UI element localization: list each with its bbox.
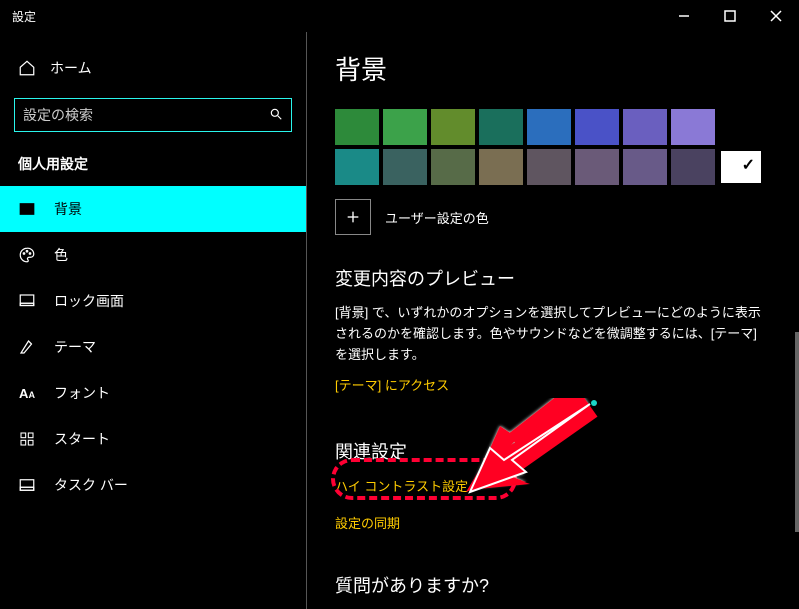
color-swatch[interactable] <box>383 149 427 185</box>
section-label: 個人用設定 <box>0 150 306 186</box>
color-swatch[interactable] <box>527 149 571 185</box>
color-swatch[interactable] <box>383 109 427 145</box>
sidebar-item-5[interactable]: スタート <box>0 416 306 462</box>
sidebar-item-label: テーマ <box>54 337 96 357</box>
search-box[interactable] <box>14 98 292 132</box>
color-swatch[interactable] <box>431 109 475 145</box>
color-swatch[interactable] <box>719 149 763 185</box>
theme-link[interactable]: [テーマ] にアクセス <box>335 375 449 394</box>
sidebar-item-3[interactable]: テーマ <box>0 324 306 370</box>
sidebar-item-label: 背景 <box>54 199 82 219</box>
sidebar-item-0[interactable]: 背景 <box>0 186 306 232</box>
color-swatch[interactable] <box>575 109 619 145</box>
font-icon: AA <box>18 386 36 401</box>
main-pane: 背景 ユーザー設定の色 変更内容のプレビュー [背景] で、いずれかのオプション… <box>307 32 799 609</box>
lock-screen-icon <box>18 292 36 310</box>
sidebar-item-6[interactable]: タスク バー <box>0 462 306 508</box>
taskbar-icon <box>18 476 36 494</box>
sidebar-item-label: スタート <box>54 429 110 449</box>
color-swatch[interactable] <box>335 149 379 185</box>
add-custom-color-button[interactable] <box>335 199 371 235</box>
sidebar-item-label: 色 <box>54 245 68 265</box>
picture-icon <box>18 200 36 218</box>
question-heading: 質問がありますか? <box>335 572 771 598</box>
sidebar-item-label: ロック画面 <box>54 291 124 311</box>
home-label: ホーム <box>50 58 92 78</box>
window-controls <box>661 0 799 32</box>
color-swatch[interactable] <box>671 149 715 185</box>
sidebar-item-label: タスク バー <box>54 475 128 495</box>
color-swatch[interactable] <box>479 109 523 145</box>
search-icon <box>269 107 283 124</box>
color-swatch[interactable] <box>623 109 667 145</box>
palette-icon <box>18 246 36 264</box>
color-swatch[interactable] <box>335 109 379 145</box>
related-link-high-contrast[interactable]: ハイ コントラスト設定 <box>335 476 771 495</box>
scrollbar[interactable] <box>795 332 799 532</box>
start-icon <box>18 431 36 447</box>
sidebar: ホーム 個人用設定 背景色ロック画面テーマ AA フォントスタートタスク バー <box>0 32 307 609</box>
minimize-button[interactable] <box>661 0 707 32</box>
theme-icon <box>18 338 36 356</box>
maximize-button[interactable] <box>707 0 753 32</box>
close-button[interactable] <box>753 0 799 32</box>
color-swatch[interactable] <box>527 109 571 145</box>
preview-heading: 変更内容のプレビュー <box>335 265 771 291</box>
color-swatch[interactable] <box>431 149 475 185</box>
related-link-sync[interactable]: 設定の同期 <box>335 513 771 532</box>
sidebar-item-1[interactable]: 色 <box>0 232 306 278</box>
preview-description: [背景] で、いずれかのオプションを選択してプレビューにどのように表示されるのか… <box>335 303 771 365</box>
sidebar-item-4[interactable]: AA フォント <box>0 370 306 416</box>
search-input[interactable] <box>23 107 269 123</box>
home-icon <box>18 59 36 77</box>
related-heading: 関連設定 <box>335 438 771 464</box>
color-swatch[interactable] <box>623 149 667 185</box>
page-title: 背景 <box>335 50 771 87</box>
color-swatches <box>335 109 771 185</box>
color-swatch[interactable] <box>671 109 715 145</box>
home-link[interactable]: ホーム <box>0 50 306 86</box>
color-swatch[interactable] <box>575 149 619 185</box>
sidebar-item-2[interactable]: ロック画面 <box>0 278 306 324</box>
sidebar-item-label: フォント <box>54 383 110 403</box>
window-title: 設定 <box>12 8 36 25</box>
color-swatch[interactable] <box>479 149 523 185</box>
custom-color-label: ユーザー設定の色 <box>385 208 489 227</box>
